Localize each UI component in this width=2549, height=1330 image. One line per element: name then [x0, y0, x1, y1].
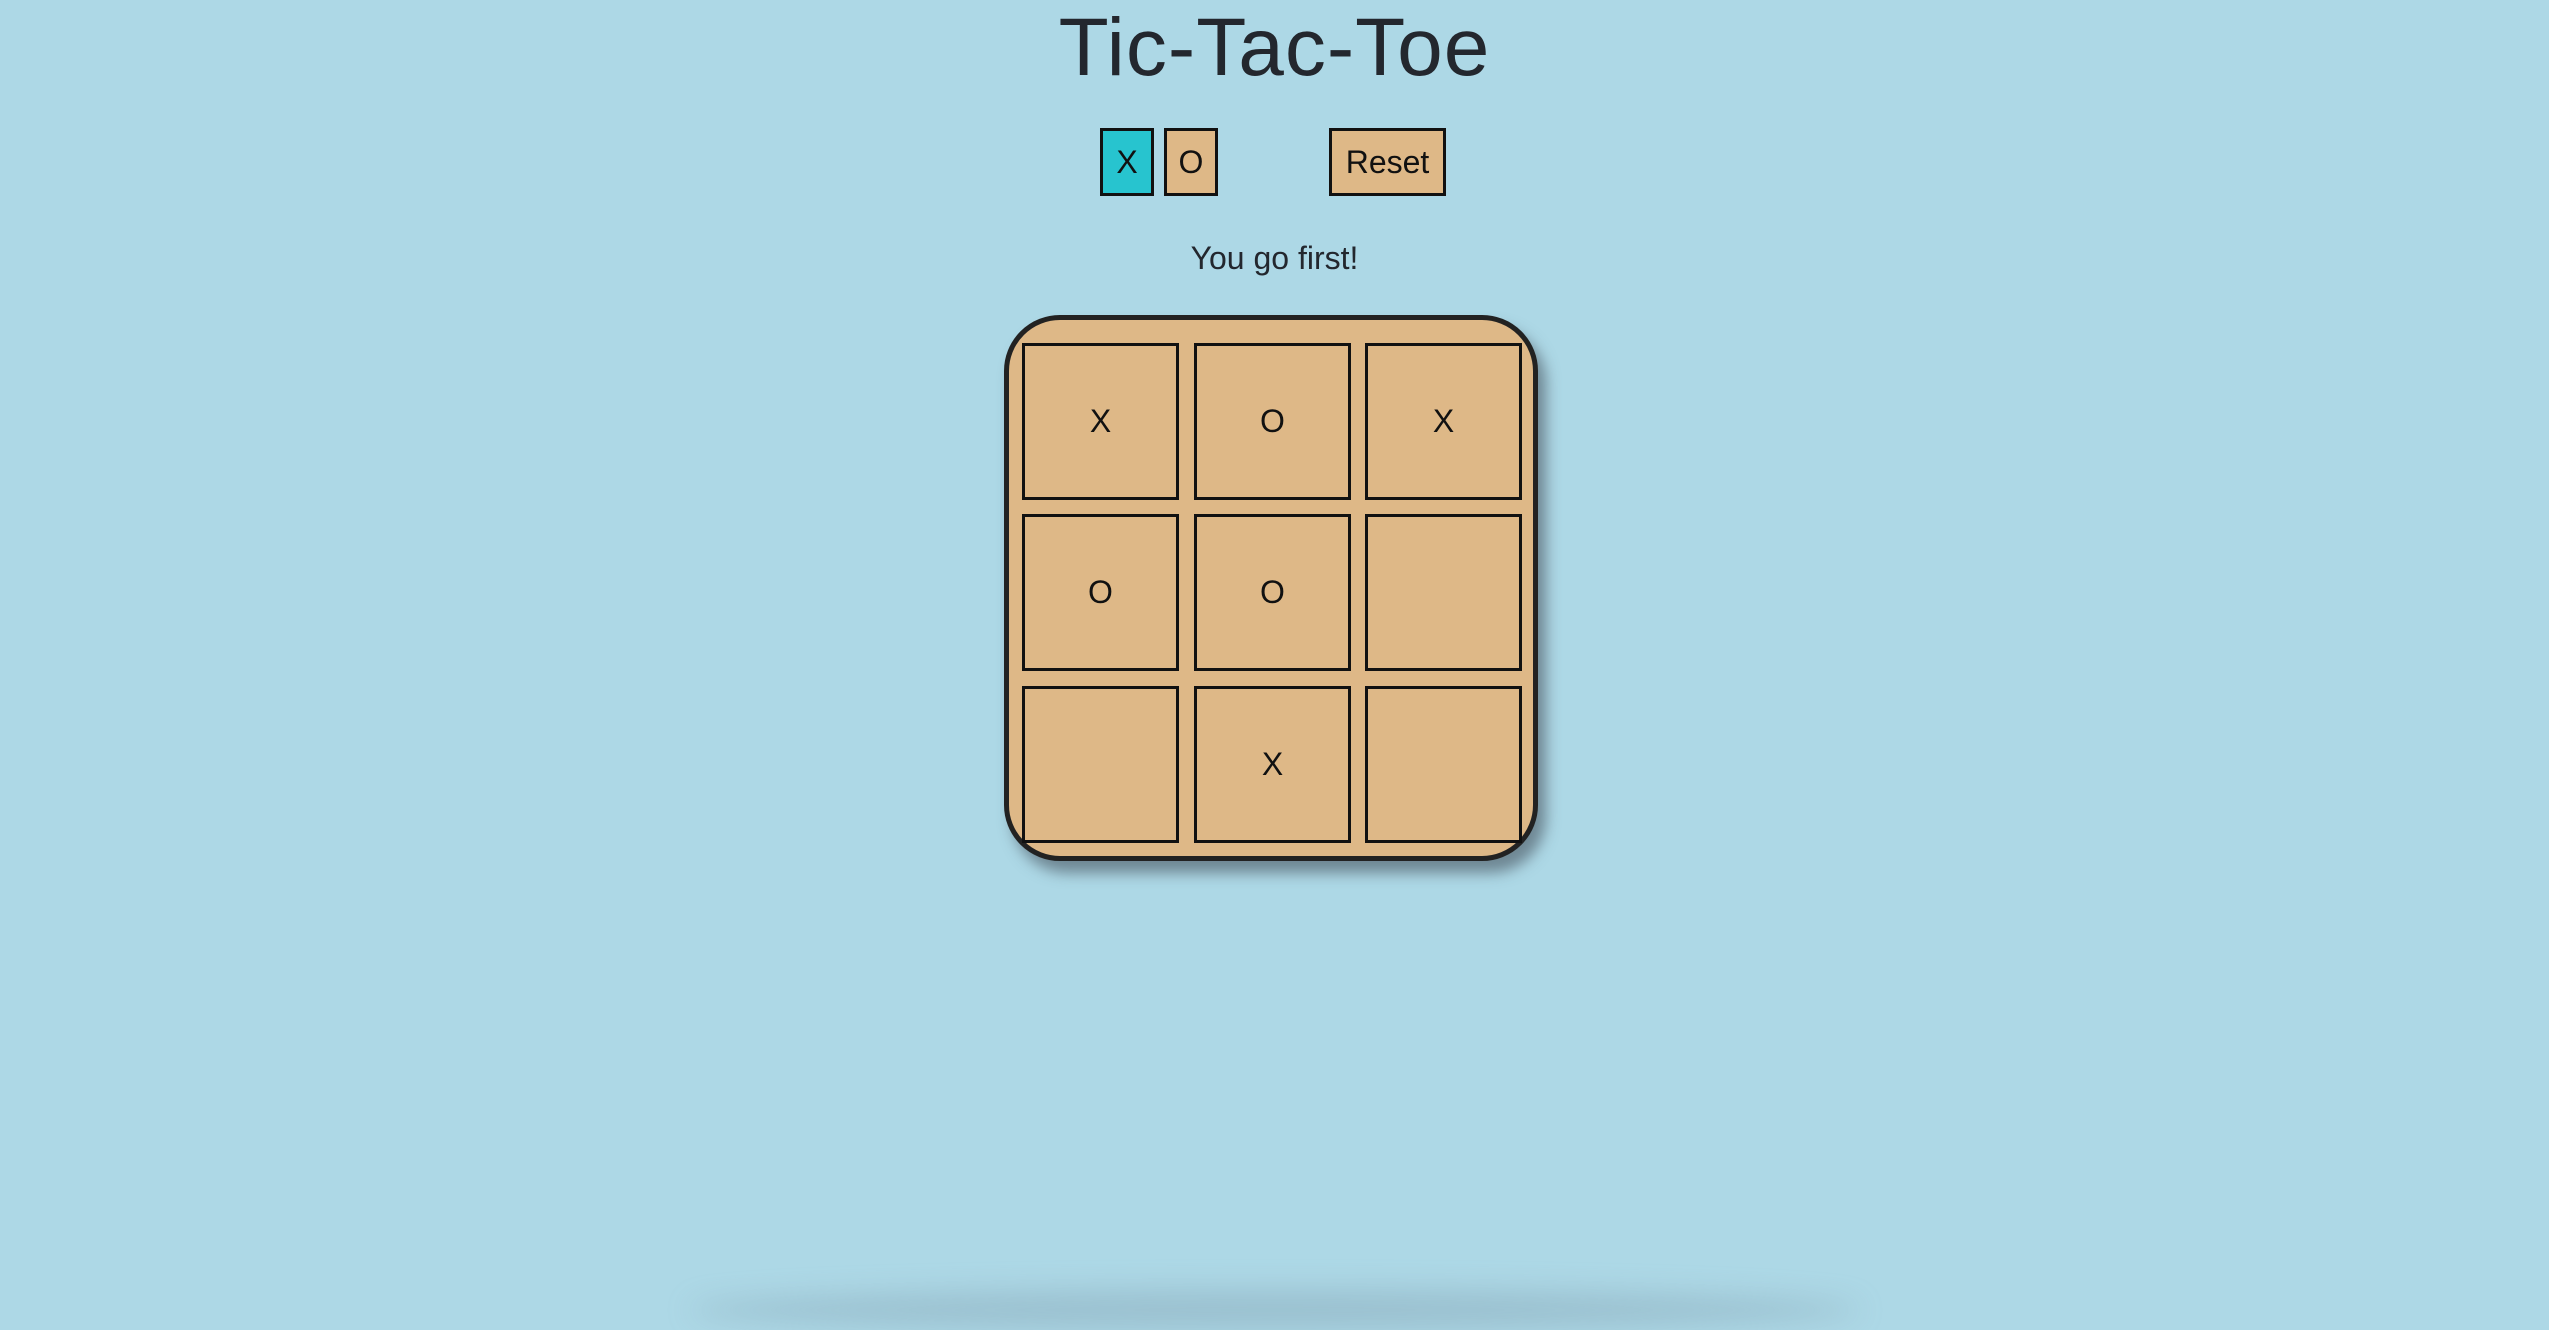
board-cell-8[interactable]: X: [1194, 686, 1351, 843]
board-cell-9[interactable]: [1365, 686, 1522, 843]
controls-bar: X O Reset: [0, 128, 2549, 196]
choose-o-button[interactable]: O: [1164, 128, 1218, 196]
board-cell-2[interactable]: O: [1194, 343, 1351, 500]
bottom-shadow: [690, 1290, 1860, 1330]
reset-button[interactable]: Reset: [1329, 128, 1446, 196]
board-cell-5[interactable]: O: [1194, 514, 1351, 671]
game-board: X O X O O X: [1004, 315, 1538, 861]
status-message: You go first!: [1190, 240, 1359, 276]
board-cell-6[interactable]: [1365, 514, 1522, 671]
board-cell-1[interactable]: X: [1022, 343, 1179, 500]
board-cell-3[interactable]: X: [1365, 343, 1522, 500]
page-title: Tic-Tac-Toe: [1058, 2, 1491, 93]
board-cell-7[interactable]: [1022, 686, 1179, 843]
choose-x-button[interactable]: X: [1100, 128, 1154, 196]
board-cell-4[interactable]: O: [1022, 514, 1179, 671]
